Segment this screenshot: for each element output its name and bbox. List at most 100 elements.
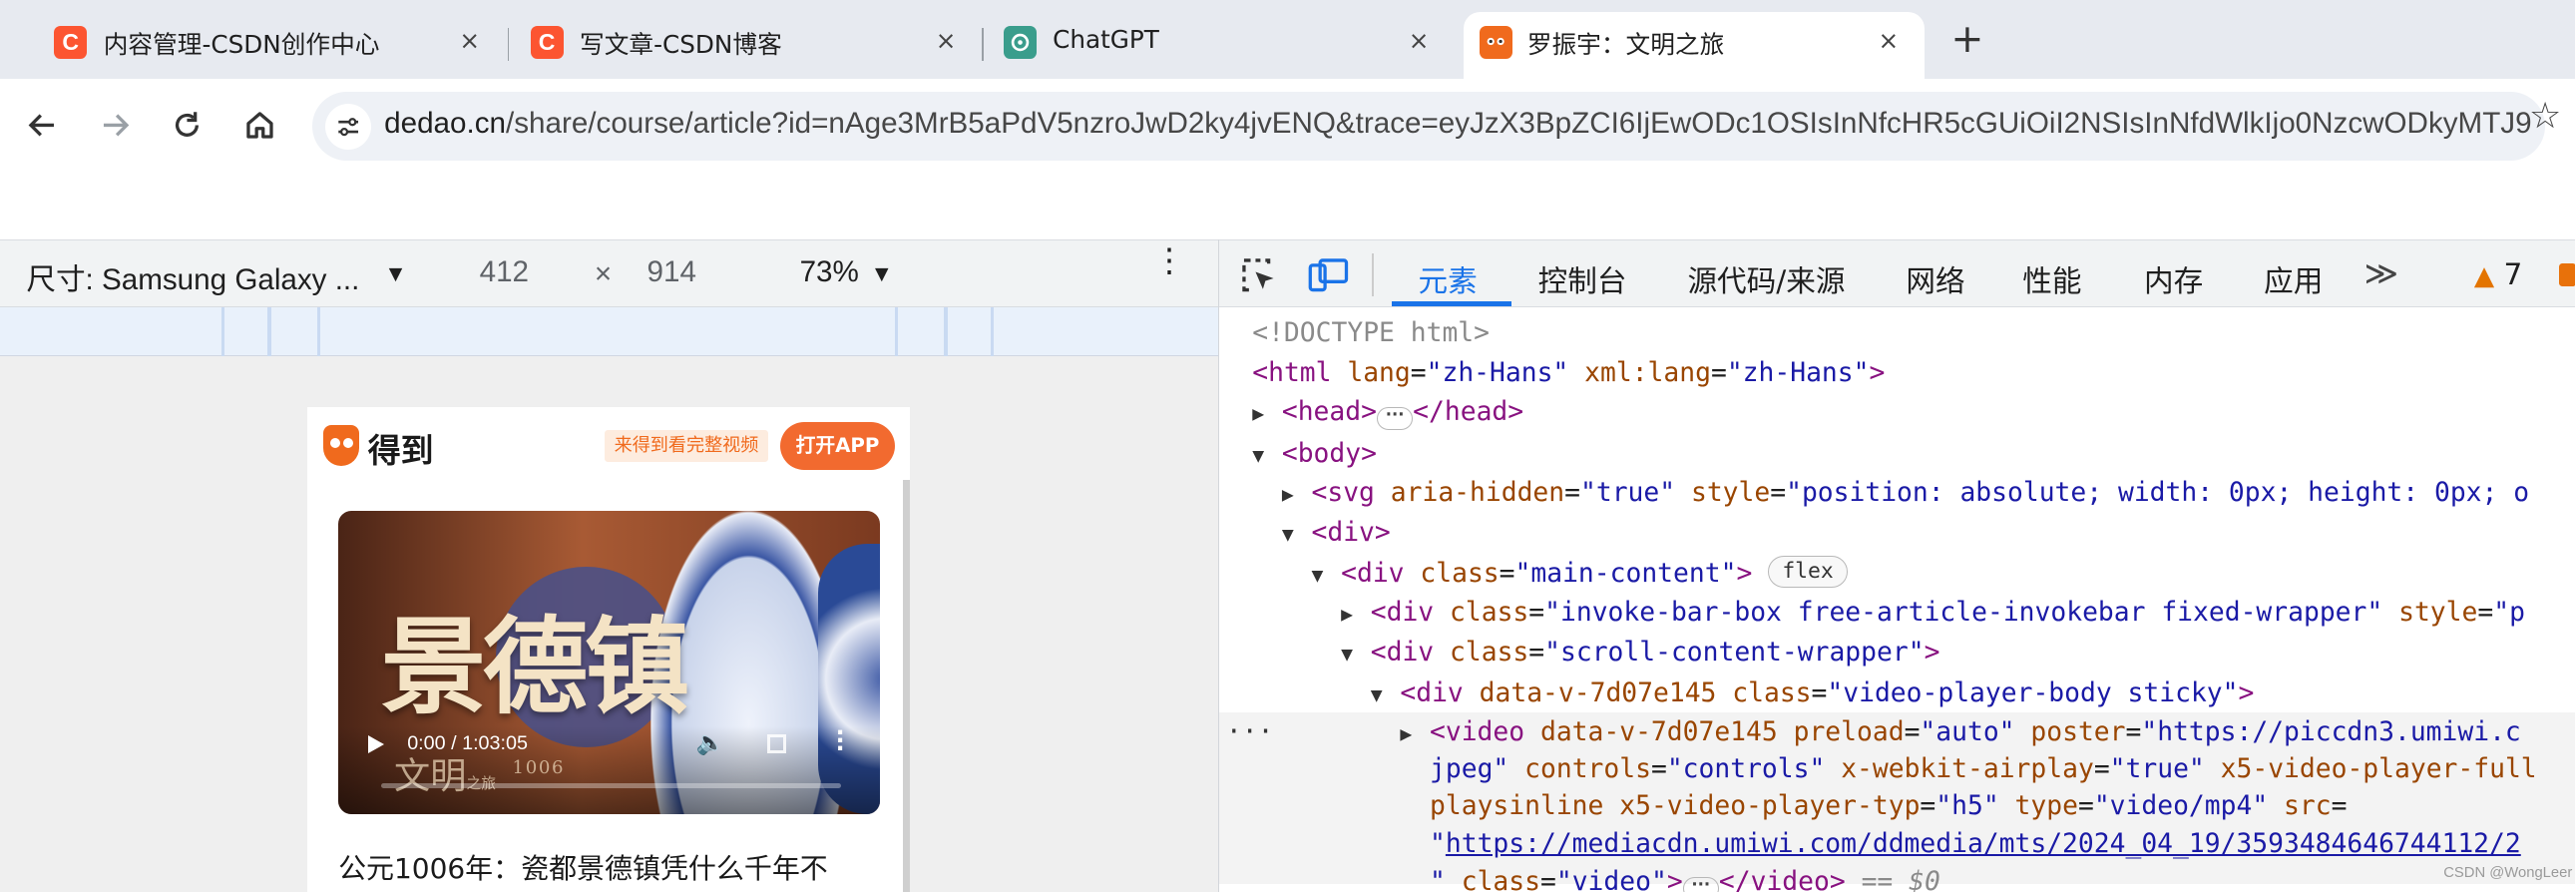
dom-line[interactable]: " class="video"> ··· </video> == $0 — [1430, 862, 1940, 892]
collapsed-ellipsis-icon[interactable]: ··· — [1682, 876, 1719, 892]
collapse-triangle-icon[interactable]: ▼ — [1371, 675, 1401, 715]
chevron-down-icon[interactable]: ▼ — [384, 260, 407, 287]
devtools-tabbar: 元素 控制台 源代码/来源 网络 性能 内存 应用 ≫ ▲ 7 — [1219, 239, 2575, 307]
open-app-button[interactable]: 打开APP — [779, 422, 896, 470]
dom-line[interactable]: playsinline x5-video-player-typ="h5" typ… — [1430, 786, 2347, 826]
url-domain: dedao.cn — [384, 106, 506, 140]
home-icon — [245, 111, 273, 139]
chatgpt-icon — [1003, 26, 1037, 60]
dom-line[interactable]: jpeg" controls="controls" x-webkit-airpl… — [1430, 749, 2537, 789]
new-tab-button[interactable]: + — [1947, 16, 1987, 62]
csdn-icon: C — [530, 26, 564, 60]
collapsed-ellipsis-icon[interactable]: ··· — [1376, 407, 1414, 431]
emulated-page: 得到 来得到看完整视频 打开APP 景德镇 文明之旅 1006 0:00 / 1… — [306, 407, 910, 892]
browser-viewport: C 内容管理-CSDN创作中心 × C 写文章-CSDN博客 × ChatGPT… — [0, 0, 2575, 892]
dom-line[interactable]: ▼ <body> — [1252, 434, 1377, 476]
dom-line[interactable]: ▶ <svg aria-hidden="true" style="position… — [1282, 473, 2529, 515]
video-progress-bar[interactable] — [380, 783, 841, 789]
more-tabs-icon[interactable]: ≫ — [2364, 253, 2398, 292]
dom-line[interactable]: ▼ <div class="scroll-content-wrapper"> — [1341, 633, 1939, 674]
tab-csdn-content[interactable]: C 内容管理-CSDN创作中心 × — [16, 12, 506, 79]
dom-line[interactable]: <html lang="zh-Hans" xml:lang="zh-Hans"> — [1252, 353, 1885, 393]
expand-triangle-icon[interactable]: ▶ — [1282, 475, 1312, 515]
close-tab-icon[interactable]: × — [931, 26, 961, 56]
tab-console[interactable]: 控制台 — [1538, 257, 1627, 300]
inspect-element-icon[interactable] — [1239, 255, 1279, 295]
active-tab-indicator — [1392, 301, 1512, 307]
promo-link[interactable]: 来得到看完整视频 — [604, 430, 769, 462]
brand-name: 得到 — [367, 431, 434, 471]
video-player[interactable]: 景德镇 文明之旅 1006 0:00 / 1:03:05 🔈 · · · — [338, 510, 881, 815]
tab-title: 罗振宇：文明之旅 — [1526, 29, 1725, 59]
browser-toolbar: dedao.cn/share/course/article?id=nAge3Mr… — [0, 79, 2575, 175]
tab-performance[interactable]: 性能 — [2022, 257, 2081, 300]
issues-icon[interactable] — [2559, 263, 2575, 287]
collapse-triangle-icon[interactable]: ▼ — [1341, 635, 1371, 674]
more-options-icon[interactable]: · · · — [836, 721, 846, 761]
video-time: 0:00 / 1:03:05 — [407, 732, 528, 755]
site-info-button[interactable] — [324, 103, 371, 150]
forward-button[interactable] — [92, 102, 138, 148]
close-tab-icon[interactable]: × — [455, 26, 485, 56]
chevron-down-icon[interactable]: ▼ — [870, 260, 893, 287]
row-actions-icon[interactable]: ··· — [1226, 712, 1274, 752]
dom-line[interactable]: ▶ <head> ··· </head> — [1252, 392, 1523, 434]
video-watermark-year: 1006 — [512, 756, 566, 778]
collapse-triangle-icon[interactable]: ▼ — [1252, 436, 1282, 476]
tab-chatgpt[interactable]: ChatGPT × — [966, 12, 1456, 79]
dedao-logo-icon — [323, 425, 360, 467]
tab-elements[interactable]: 元素 — [1418, 257, 1477, 300]
tab-application[interactable]: 应用 — [2264, 257, 2323, 300]
tab-sources[interactable]: 源代码/来源 — [1687, 257, 1845, 300]
bookmark-star-icon[interactable]: ☆ — [2529, 94, 2561, 137]
reload-button[interactable] — [165, 102, 211, 148]
times-icon: × — [594, 256, 613, 290]
dom-line[interactable]: ▼ <div data-v-7d07e145 class="video-playe… — [1371, 673, 2255, 715]
video-src-link[interactable]: https://mediacdn.umiwi.com/ddmedia/mts/2… — [1446, 829, 2521, 859]
address-bar[interactable]: dedao.cn/share/course/article?id=nAge3Mr… — [311, 92, 2546, 162]
url-path: /share/course/article?id=nAge3MrB5aPdV5n… — [506, 106, 2532, 140]
dom-line[interactable]: "https://mediacdn.umiwi.com/ddmedia/mts/… — [1430, 824, 2521, 864]
tab-memory[interactable]: 内存 — [2144, 257, 2203, 300]
device-toggle-icon[interactable] — [1307, 255, 1348, 295]
expand-triangle-icon[interactable]: ▶ — [1400, 714, 1430, 754]
fullscreen-icon[interactable] — [766, 733, 787, 754]
flex-badge[interactable]: flex — [1768, 556, 1848, 589]
dom-line[interactable]: <!DOCTYPE html> — [1252, 313, 1490, 353]
collapse-triangle-icon[interactable]: ▼ — [1312, 556, 1342, 596]
tab-dedao-active[interactable]: 罗振宇：文明之旅 × — [1463, 11, 1926, 79]
play-icon[interactable] — [367, 735, 384, 754]
collapse-triangle-icon[interactable]: ▼ — [1282, 515, 1312, 555]
dom-line[interactable]: ▼ <div class="main-content"> flex — [1312, 554, 1848, 596]
volume-icon[interactable]: 🔈 — [696, 729, 725, 756]
dom-line[interactable]: ▼ <div> — [1282, 513, 1391, 555]
expand-triangle-icon[interactable]: ▶ — [1341, 595, 1371, 635]
dom-line[interactable]: ▶ <div class="invoke-bar-box free-article… — [1341, 593, 2525, 635]
back-arrow-icon — [28, 114, 55, 137]
height-input[interactable]: 914 — [647, 255, 696, 289]
article-title[interactable]: 公元1006年：瓷都景德镇凭什么千年不 — [338, 847, 828, 887]
home-button[interactable] — [236, 102, 282, 148]
back-button[interactable] — [20, 102, 66, 148]
media-query-ruler[interactable] — [0, 306, 1219, 357]
warning-count: 7 — [2503, 256, 2523, 291]
csdn-icon: C — [54, 26, 88, 60]
tab-title: ChatGPT — [1053, 24, 1159, 54]
device-select[interactable]: 尺寸: Samsung Galaxy ... — [26, 255, 359, 298]
forward-arrow-icon — [103, 114, 130, 137]
device-emulation-pane: 尺寸: Samsung Galaxy ... ▼ 412 × 914 73% ▼… — [0, 239, 1219, 892]
width-input[interactable]: 412 — [480, 255, 529, 289]
url-text[interactable]: dedao.cn/share/course/article?id=nAge3Mr… — [384, 107, 2531, 141]
close-tab-icon[interactable]: × — [1404, 26, 1434, 56]
csdn-watermark: CSDN @WongLeer — [2443, 865, 2573, 882]
close-tab-icon[interactable]: × — [1874, 26, 1904, 56]
zoom-select[interactable]: 73% — [800, 255, 859, 289]
devtools-panel: 元素 控制台 源代码/来源 网络 性能 内存 应用 ≫ ▲ 7 <!DOCTYP… — [1218, 239, 2575, 892]
warnings-badge[interactable]: ▲ 7 — [2474, 257, 2523, 291]
tab-csdn-write[interactable]: C 写文章-CSDN博客 × — [493, 12, 983, 79]
more-options-icon[interactable]: ⋮ — [1152, 244, 1185, 277]
tune-icon — [338, 117, 358, 136]
tab-network[interactable]: 网络 — [1906, 257, 1964, 300]
expand-triangle-icon[interactable]: ▶ — [1252, 394, 1282, 434]
scrollbar[interactable] — [903, 479, 910, 892]
